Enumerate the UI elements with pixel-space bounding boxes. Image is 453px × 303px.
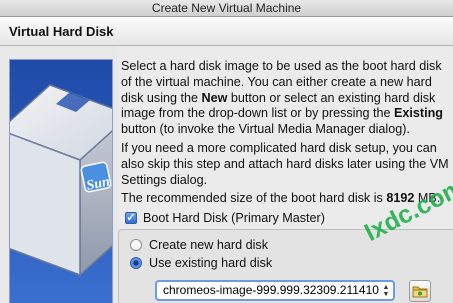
- existing-disk-value: chromeos-image-999.999.32309.211410: [163, 283, 379, 297]
- existing-disk-button[interactable]: [409, 280, 431, 302]
- description-text: button (to invoke the Virtual Media Mana…: [121, 122, 410, 137]
- use-existing-disk-radio[interactable]: [130, 257, 142, 269]
- use-existing-disk-label[interactable]: Use existing hard disk: [149, 256, 272, 270]
- existing-disk-dropdown[interactable]: chromeos-image-999.999.32309.211410 ▲ ▼: [155, 280, 395, 301]
- wizard-sidebar-illustration: Sun: [9, 59, 113, 303]
- window-title: Create New Virtual Machine: [151, 1, 302, 15]
- folder-icon: [412, 286, 428, 298]
- recommended-size-text: The recommended size of the boot hard di…: [121, 191, 387, 205]
- boot-hard-disk-label[interactable]: Boot Hard Disk (Primary Master): [143, 211, 325, 225]
- window-title-bar: Create New Virtual Machine: [0, 0, 453, 17]
- boot-hard-disk-checkbox-row[interactable]: ✓ Boot Hard Disk (Primary Master): [125, 210, 325, 226]
- boot-hard-disk-checkbox[interactable]: ✓: [125, 212, 137, 224]
- create-new-disk-option[interactable]: Create new hard disk: [130, 238, 268, 252]
- new-keyword: New: [201, 90, 228, 105]
- advanced-setup-paragraph: If you need a more complicated hard disk…: [121, 141, 449, 187]
- use-existing-disk-option[interactable]: Use existing hard disk: [130, 256, 272, 270]
- hard-disk-groupbox: Create new hard disk Use existing hard d…: [118, 229, 453, 303]
- wizard-content: Select a hard disk image to be used as t…: [118, 46, 453, 303]
- create-new-disk-label[interactable]: Create new hard disk: [149, 238, 268, 252]
- description-paragraph: Select a hard disk image to be used as t…: [121, 59, 451, 138]
- existing-keyword: Existing: [394, 106, 443, 121]
- checkmark-icon: ✓: [126, 212, 136, 224]
- wizard-header: Virtual Hard Disk: [0, 17, 453, 46]
- create-new-disk-radio[interactable]: [130, 239, 142, 251]
- virtualbox-logo-image: Sun: [10, 60, 112, 303]
- page-title: Virtual Hard Disk: [9, 24, 114, 39]
- up-down-arrows-icon: ▲ ▼: [382, 284, 390, 298]
